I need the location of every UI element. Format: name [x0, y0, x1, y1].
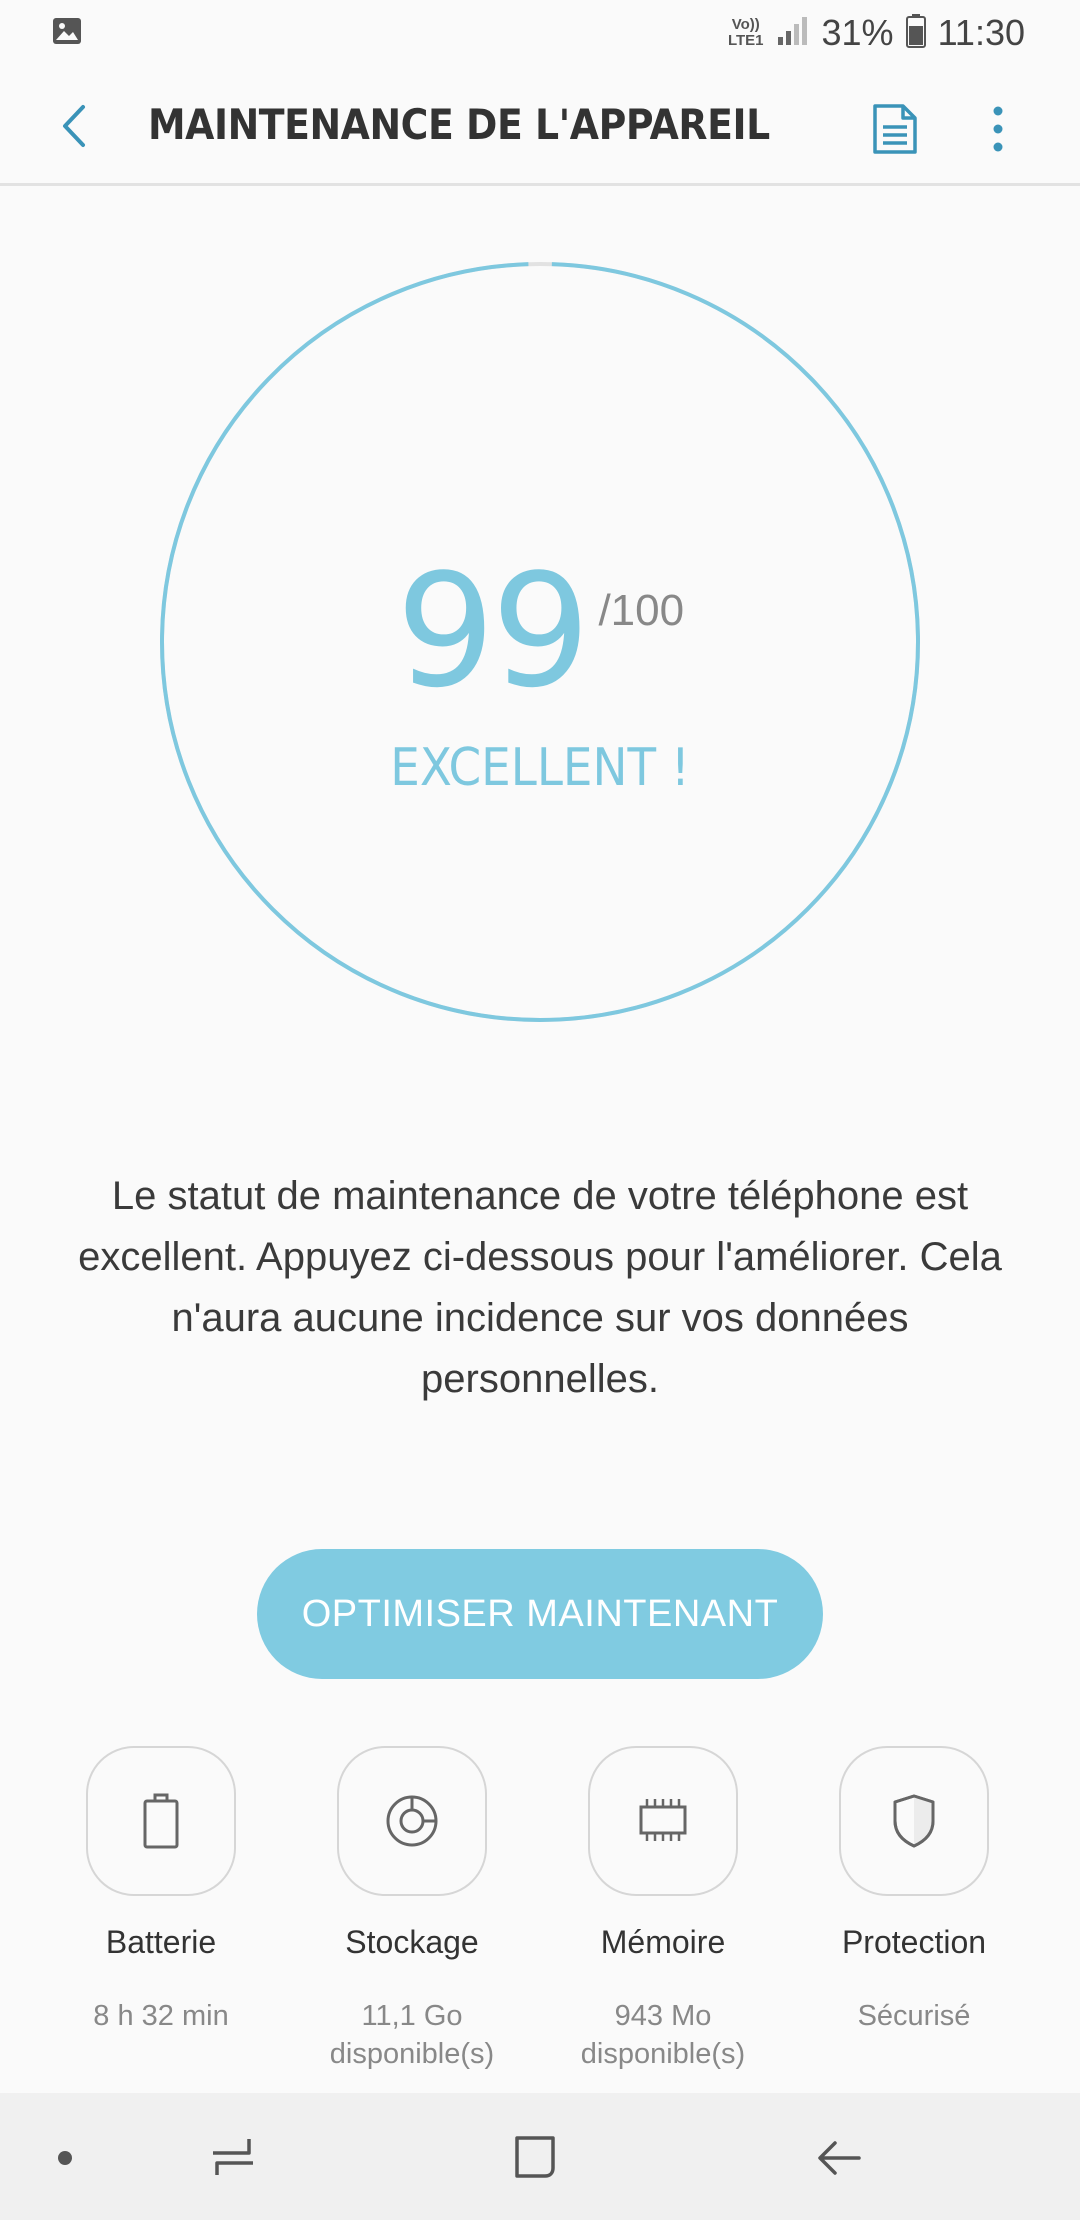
nav-hide-button[interactable]: [30, 2123, 100, 2193]
battery-icon: [143, 1793, 179, 1849]
volte-indicator: Vo)) LTE1: [727, 16, 764, 49]
optimize-now-button[interactable]: OPTIMISER MAINTENANT: [257, 1549, 823, 1679]
category-battery[interactable]: Batterie 8 h 32 min: [36, 1746, 286, 2035]
category-protection[interactable]: Protection Sécurisé: [789, 1746, 1039, 2035]
back-button[interactable]: [44, 96, 104, 156]
status-description: Le statut de maintenance de votre téléph…: [78, 1174, 1002, 1401]
dot-icon: [58, 2151, 72, 2165]
battery-status-icon: [905, 13, 926, 53]
page-title: MAINTENANCE DE L'APPAREIL: [148, 100, 770, 149]
app-bar: MAINTENANCE DE L'APPAREIL: [0, 66, 1080, 186]
back-arrow-icon: [818, 2141, 861, 2175]
clock: 11:30: [937, 12, 1025, 53]
category-memory[interactable]: Mémoire 943 Mo disponible(s): [538, 1746, 788, 2073]
more-vert-icon: [993, 106, 1003, 152]
nav-home-button[interactable]: [500, 2123, 570, 2193]
category-list: Batterie 8 h 32 min Stockage 11,1 Go dis…: [0, 1746, 1080, 2076]
document-icon: [873, 104, 917, 154]
category-value: Sécurisé: [857, 2000, 971, 2032]
storage-icon: [386, 1795, 438, 1847]
nav-recents-button[interactable]: [198, 2123, 268, 2193]
battery-percent: 31%: [821, 12, 894, 53]
category-value: 943 Mo disponible(s): [580, 2000, 746, 2070]
score-max: /100: [598, 586, 685, 635]
device-maintenance-screen: Vo)) LTE1 31% 11:30 MAINTENANCE DE L'APP…: [0, 0, 1080, 2220]
score-rating: EXCELLENT !: [390, 738, 690, 798]
score-value: 99: [395, 540, 591, 722]
category-value: 8 h 32 min: [93, 2000, 229, 2032]
nav-back-button[interactable]: [804, 2123, 874, 2193]
signal-icon: [776, 15, 810, 52]
status-bar: Vo)) LTE1 31% 11:30: [0, 0, 1080, 66]
navigation-bar: [0, 2093, 1080, 2220]
category-label: Batterie: [105, 1924, 217, 1960]
category-storage[interactable]: Stockage 11,1 Go disponible(s): [287, 1746, 537, 2073]
report-button[interactable]: [862, 96, 928, 162]
category-label: Stockage: [345, 1924, 479, 1960]
shield-icon: [893, 1794, 935, 1848]
score-display: 99/100: [0, 540, 1080, 722]
gallery-notification-icon: [52, 17, 82, 50]
recents-icon: [213, 2139, 253, 2175]
category-label: Mémoire: [600, 1924, 726, 1960]
chevron-left-icon: [63, 105, 85, 147]
category-label: Protection: [841, 1924, 987, 1960]
more-options-button[interactable]: [970, 96, 1026, 162]
home-icon: [515, 2136, 555, 2178]
memory-chip-icon: [639, 1799, 687, 1841]
category-value: 11,1 Go disponible(s): [329, 2000, 495, 2070]
